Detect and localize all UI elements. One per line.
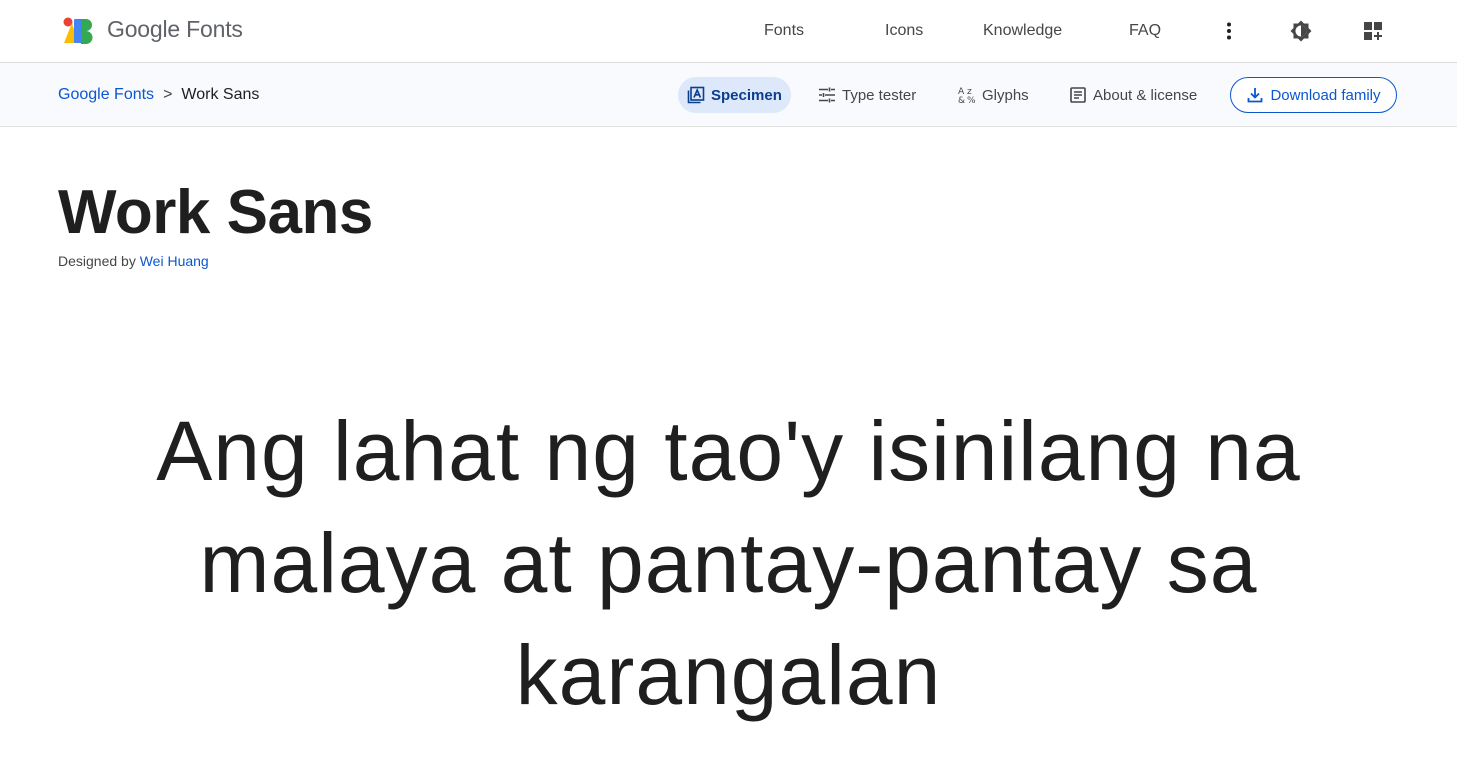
top-header: Google Fonts Fonts Icons Knowledge FAQ — [0, 0, 1457, 63]
sliders-icon — [818, 86, 836, 104]
apps-icon[interactable] — [1361, 19, 1385, 43]
font-title: Work Sans — [58, 178, 373, 247]
download-family-label: Download family — [1270, 86, 1381, 104]
designer-link[interactable]: Wei Huang — [140, 253, 209, 269]
breadcrumb-current: Work Sans — [181, 86, 260, 103]
download-icon — [1246, 86, 1264, 104]
specimen-icon — [687, 86, 705, 104]
more-vert-icon[interactable] — [1217, 19, 1241, 43]
designer-credit: Designed by Wei Huang — [58, 253, 209, 269]
tab-type-tester[interactable]: Type tester — [818, 77, 916, 113]
nav-fonts[interactable]: Fonts — [764, 0, 804, 62]
brightness-icon[interactable] — [1289, 19, 1313, 43]
breadcrumb-root-link[interactable]: Google Fonts — [58, 86, 154, 104]
tab-type-tester-label: Type tester — [842, 86, 917, 104]
brand-name[interactable]: Google Fonts — [107, 16, 243, 43]
breadcrumb: Google Fonts > Work Sans — [58, 63, 259, 127]
nav-knowledge[interactable]: Knowledge — [983, 0, 1062, 62]
article-icon — [1069, 86, 1087, 104]
nav-icons[interactable]: Icons — [885, 0, 923, 62]
tab-glyphs[interactable]: A z & % Glyphs — [958, 77, 1029, 113]
tab-about-license[interactable]: About & license — [1069, 77, 1197, 113]
tab-specimen[interactable]: Specimen — [678, 77, 791, 113]
google-fonts-logo[interactable] — [63, 17, 95, 45]
glyphs-icon: A z & % — [958, 86, 976, 104]
tab-specimen-label: Specimen — [711, 86, 782, 104]
svg-text:%: % — [967, 96, 976, 104]
tab-about-license-label: About & license — [1093, 86, 1198, 104]
breadcrumb-separator: > — [163, 86, 173, 103]
tab-glyphs-label: Glyphs — [982, 86, 1029, 104]
designed-by-label: Designed by — [58, 253, 136, 269]
svg-text:&: & — [958, 96, 965, 104]
specimen-text: Ang lahat ng tao'y isinilang na malaya a… — [156, 404, 1301, 722]
nav-faq[interactable]: FAQ — [1129, 0, 1161, 62]
download-family-button[interactable]: Download family — [1230, 77, 1397, 113]
